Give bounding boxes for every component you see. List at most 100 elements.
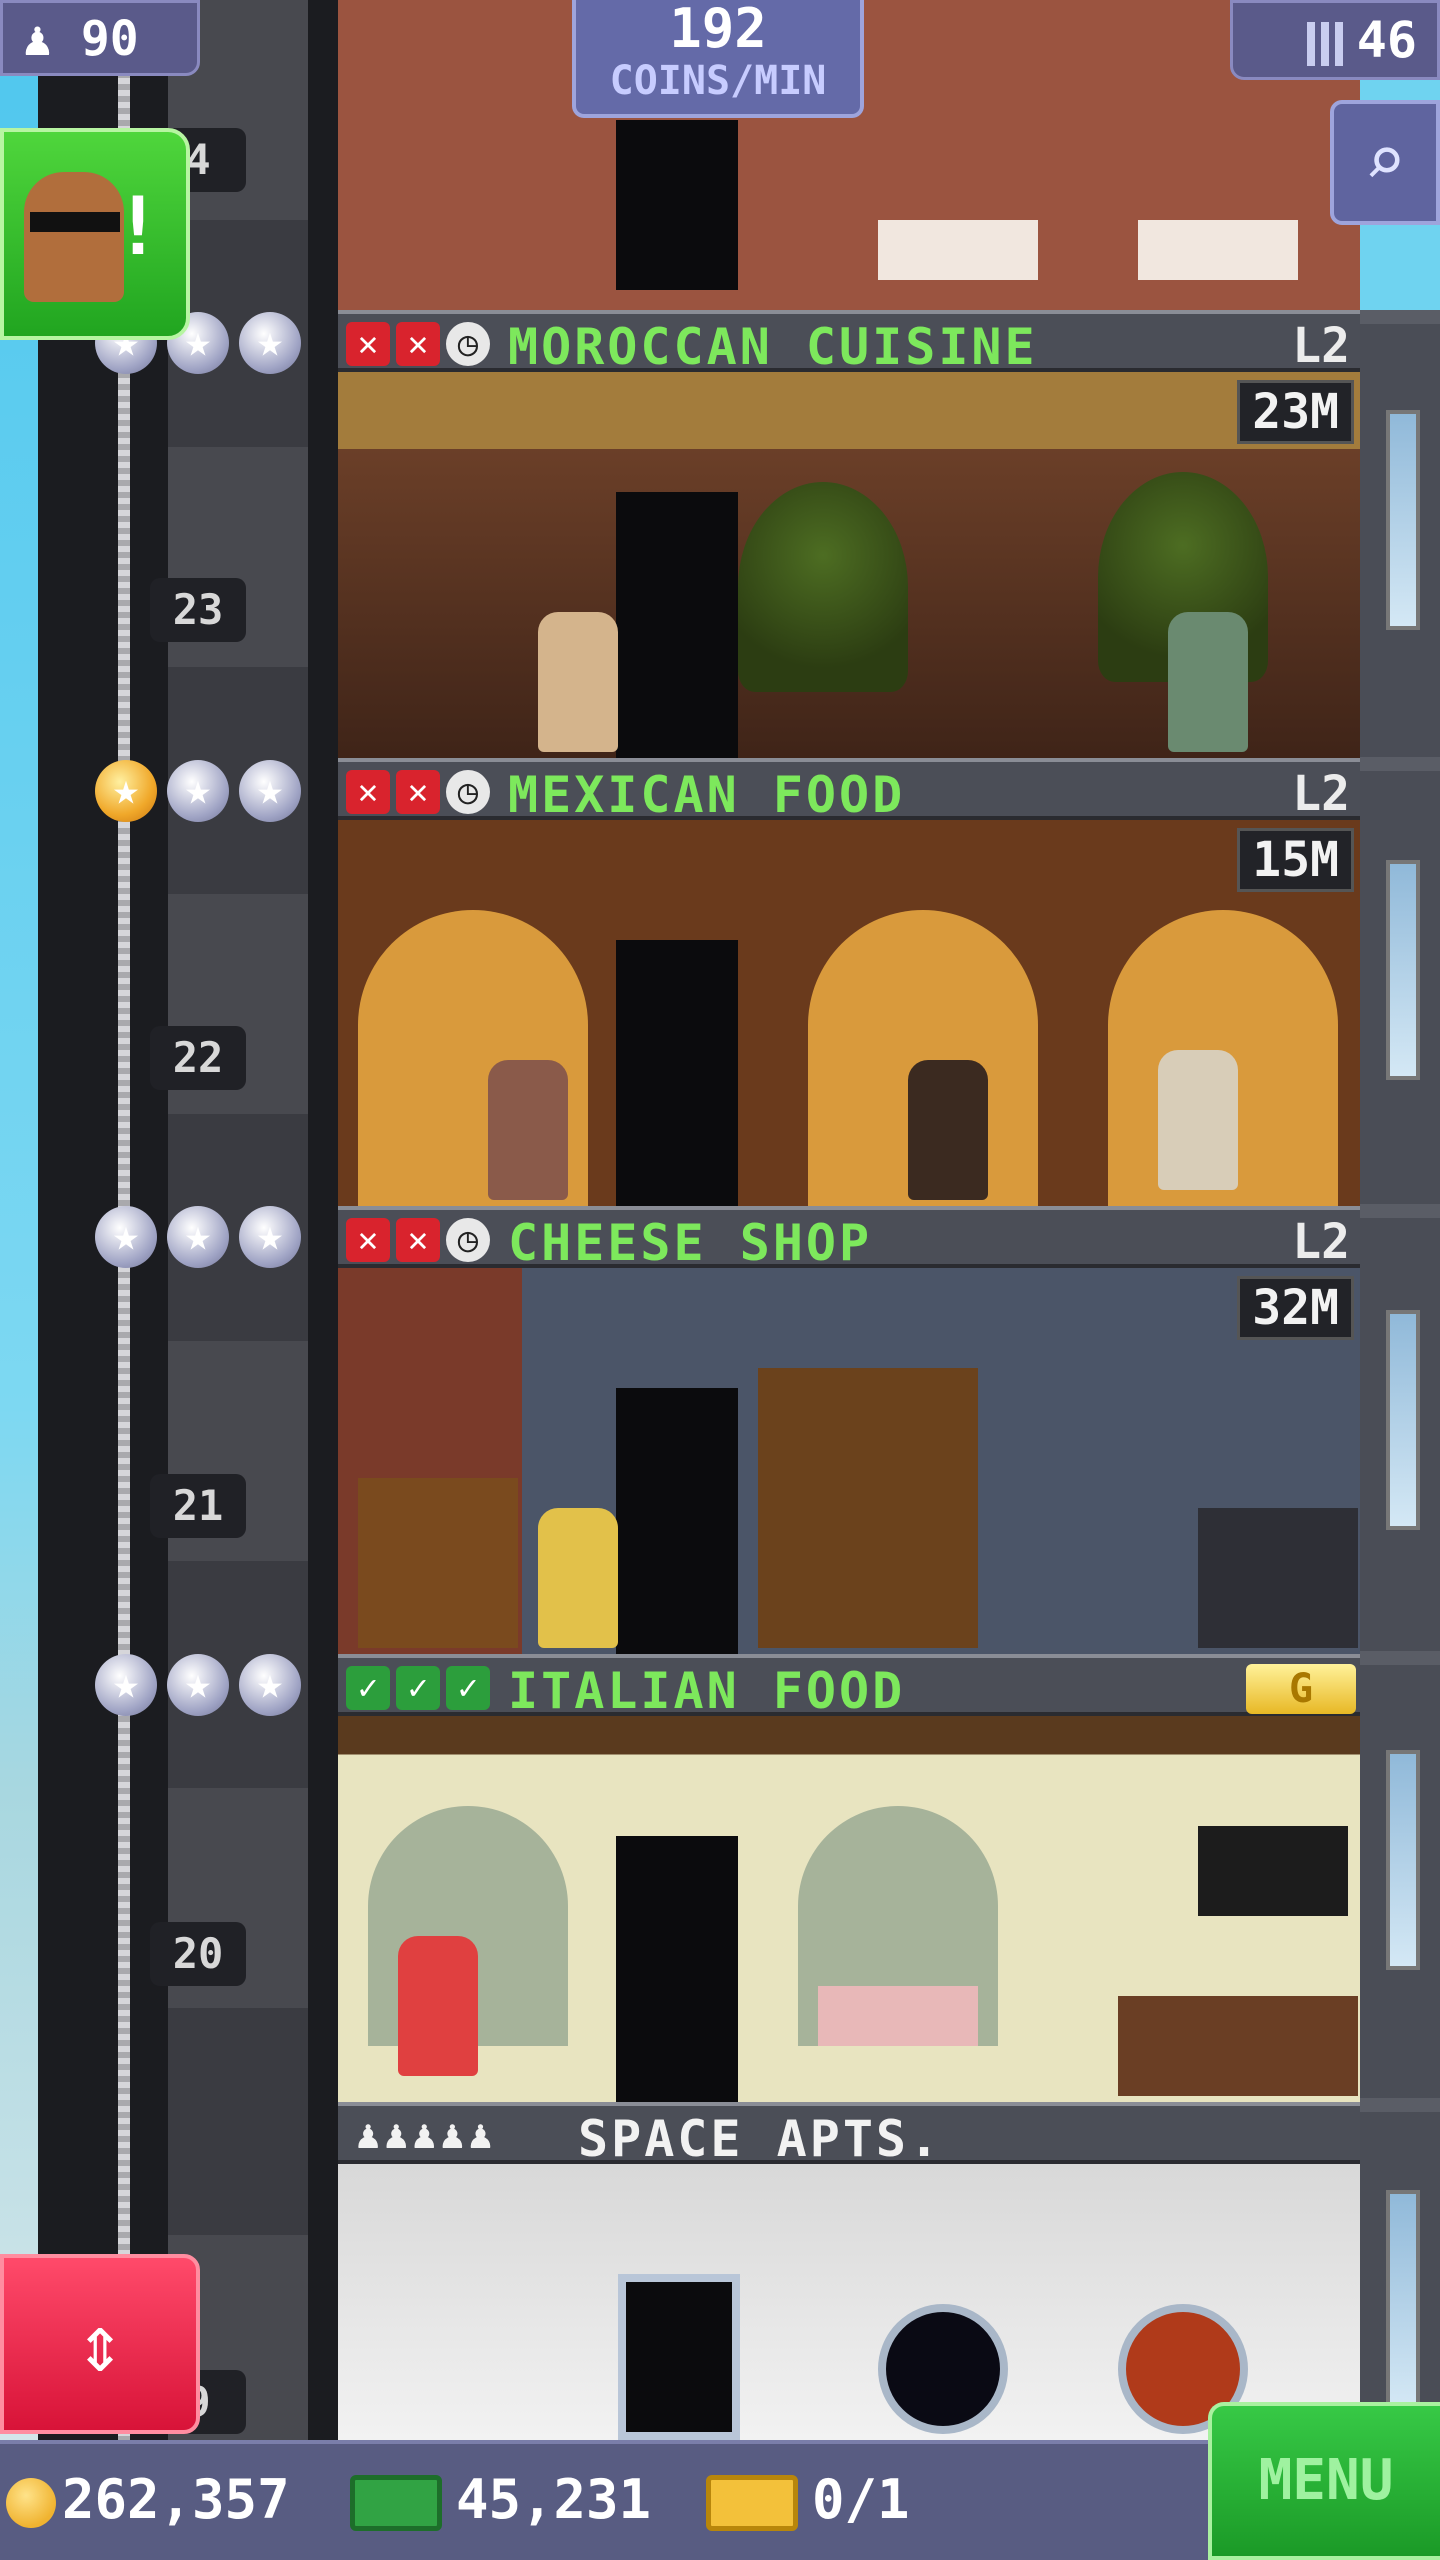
floor-mexican-food[interactable]: ✕ ✕ ◷ MEXICAN FOOD L2 15M (338, 758, 1360, 1206)
star-icon: ★ (167, 760, 229, 822)
population-value: 90 (80, 11, 139, 67)
dining-table (878, 220, 1038, 280)
person-icon: ♟ (23, 11, 52, 67)
side-window (1386, 1750, 1420, 1970)
check-icon: ✓ (396, 1666, 440, 1710)
coins-display[interactable]: 262,357 (6, 2462, 290, 2538)
floor-moroccan-cuisine[interactable]: ✕ ✕ ◷ MOROCCAN CUISINE L2 23M (338, 310, 1360, 758)
residents-icons: ♟♟♟♟♟ (356, 2112, 497, 2158)
floors-value: 46 (1356, 11, 1417, 69)
x-icon: ✕ (396, 322, 440, 366)
x-icon: ✕ (396, 1218, 440, 1262)
elevator-button[interactable]: ⇕ (0, 2254, 200, 2434)
floor-level: L2 (1292, 766, 1350, 822)
coins-per-minute: 192 COINS/MIN (572, 0, 864, 118)
floor-name: MOROCCAN CUISINE (508, 318, 1038, 376)
floor-status: ✓ ✓ ✓ (346, 1666, 490, 1710)
star-icon: ★ (239, 760, 301, 822)
floor-door (616, 1836, 738, 2102)
tickets-value: 0/1 (812, 2468, 910, 2531)
coins-per-minute-label: COINS/MIN (609, 58, 827, 104)
bux-value: 45,231 (456, 2468, 652, 2531)
star-icon: ★ (239, 1206, 301, 1268)
counter (1118, 1996, 1358, 2096)
clock-icon: ◷ (446, 322, 490, 366)
dining-table (818, 1986, 978, 2046)
side-window (1386, 410, 1420, 630)
cheese-shelf (358, 1478, 518, 1648)
floor-door (616, 120, 738, 290)
side-window (1386, 2190, 1420, 2410)
bitizen[interactable] (1168, 612, 1248, 752)
potted-palm (738, 482, 908, 692)
floor-interior (338, 1268, 1360, 1654)
population-counter[interactable]: ♟ 90 (0, 0, 200, 76)
check-icon: ✓ (346, 1666, 390, 1710)
tickets-display[interactable]: 0/1 (706, 2462, 910, 2538)
bitizen-avatar (24, 172, 124, 302)
building-grid-icon (1306, 21, 1343, 66)
cheese-shelf (758, 1368, 978, 1648)
floor-level: L2 (1292, 1214, 1350, 1270)
magnifier-icon: ⌕ (1363, 120, 1407, 202)
x-icon: ✕ (346, 322, 390, 366)
bitizen-alert-button[interactable]: ! (0, 128, 190, 340)
floor-header: ✕ ✕ ◷ MEXICAN FOOD L2 (338, 758, 1360, 824)
gold-star-icon: ★ (95, 760, 157, 822)
star-icon: ★ (239, 312, 301, 374)
floor-name: ITALIAN FOOD (508, 1662, 906, 1720)
star-icon: ★ (95, 1206, 157, 1268)
bux-display[interactable]: 45,231 (350, 2462, 651, 2538)
zoom-button[interactable]: ⌕ (1330, 100, 1440, 225)
bitizen[interactable] (488, 1060, 568, 1200)
x-icon: ✕ (346, 770, 390, 814)
floor-status: ✕ ✕ ◷ (346, 322, 490, 366)
check-icon: ✓ (446, 1666, 490, 1710)
floor-cheese-shop[interactable]: ✕ ✕ ◷ CHEESE SHOP L2 32M (338, 1206, 1360, 1654)
clock-icon: ◷ (446, 770, 490, 814)
restock-timer: 15M (1237, 828, 1354, 892)
floor-header: ✓ ✓ ✓ ITALIAN FOOD G (338, 1654, 1360, 1720)
menu-board (1198, 1826, 1348, 1916)
floor-name: CHEESE SHOP (508, 1214, 873, 1272)
floor-header: ✕ ✕ ◷ MOROCCAN CUISINE L2 (338, 310, 1360, 376)
menu-button[interactable]: MENU (1208, 2402, 1440, 2560)
floor-stars: ★ ★ ★ (95, 760, 301, 822)
tower-side-wall (1360, 310, 1440, 2440)
side-window (1386, 860, 1420, 1080)
floor-space-apts[interactable]: ♟♟♟♟♟ SPACE APTS. (338, 2102, 1360, 2440)
floor-number: 22 (150, 1026, 246, 1090)
star-icon: ★ (239, 1654, 301, 1716)
coin-icon (6, 2478, 56, 2529)
bitizen[interactable] (1158, 1050, 1238, 1190)
floor-name: SPACE APTS. (578, 2110, 943, 2168)
floor-status: ✕ ✕ ◷ (346, 770, 490, 814)
up-down-arrows-icon: ⇕ (75, 2297, 125, 2390)
floor-header: ✕ ✕ ◷ CHEESE SHOP L2 (338, 1206, 1360, 1272)
floor-interior (338, 2164, 1360, 2440)
floor-interior (338, 372, 1360, 758)
side-window (1386, 1310, 1420, 1530)
dining-table (1138, 220, 1298, 280)
floor-door (616, 940, 738, 1206)
floor-interior (338, 1716, 1360, 2102)
floors-counter[interactable]: 46 (1230, 0, 1440, 80)
floor-number: 23 (150, 578, 246, 642)
floor-door (618, 2274, 740, 2440)
x-icon: ✕ (346, 1218, 390, 1262)
floor-door (616, 1388, 738, 1654)
floor-number: 20 (150, 1922, 246, 1986)
floor-header: ♟♟♟♟♟ SPACE APTS. (338, 2102, 1360, 2168)
floor-level: L2 (1292, 318, 1350, 374)
floor-italian-food[interactable]: ✓ ✓ ✓ ITALIAN FOOD G (338, 1654, 1360, 2102)
star-icon: ★ (167, 1654, 229, 1716)
bitizen[interactable] (908, 1060, 988, 1200)
bitizen[interactable] (398, 1936, 478, 2076)
bitizen[interactable] (538, 612, 618, 752)
bitizen[interactable] (538, 1508, 618, 1648)
restock-timer: 32M (1237, 1276, 1354, 1340)
alert-icon: ! (113, 180, 162, 273)
gold-ticket-badge[interactable]: G (1246, 1664, 1356, 1714)
floor-name: MEXICAN FOOD (508, 766, 906, 824)
star-icon: ★ (95, 1654, 157, 1716)
